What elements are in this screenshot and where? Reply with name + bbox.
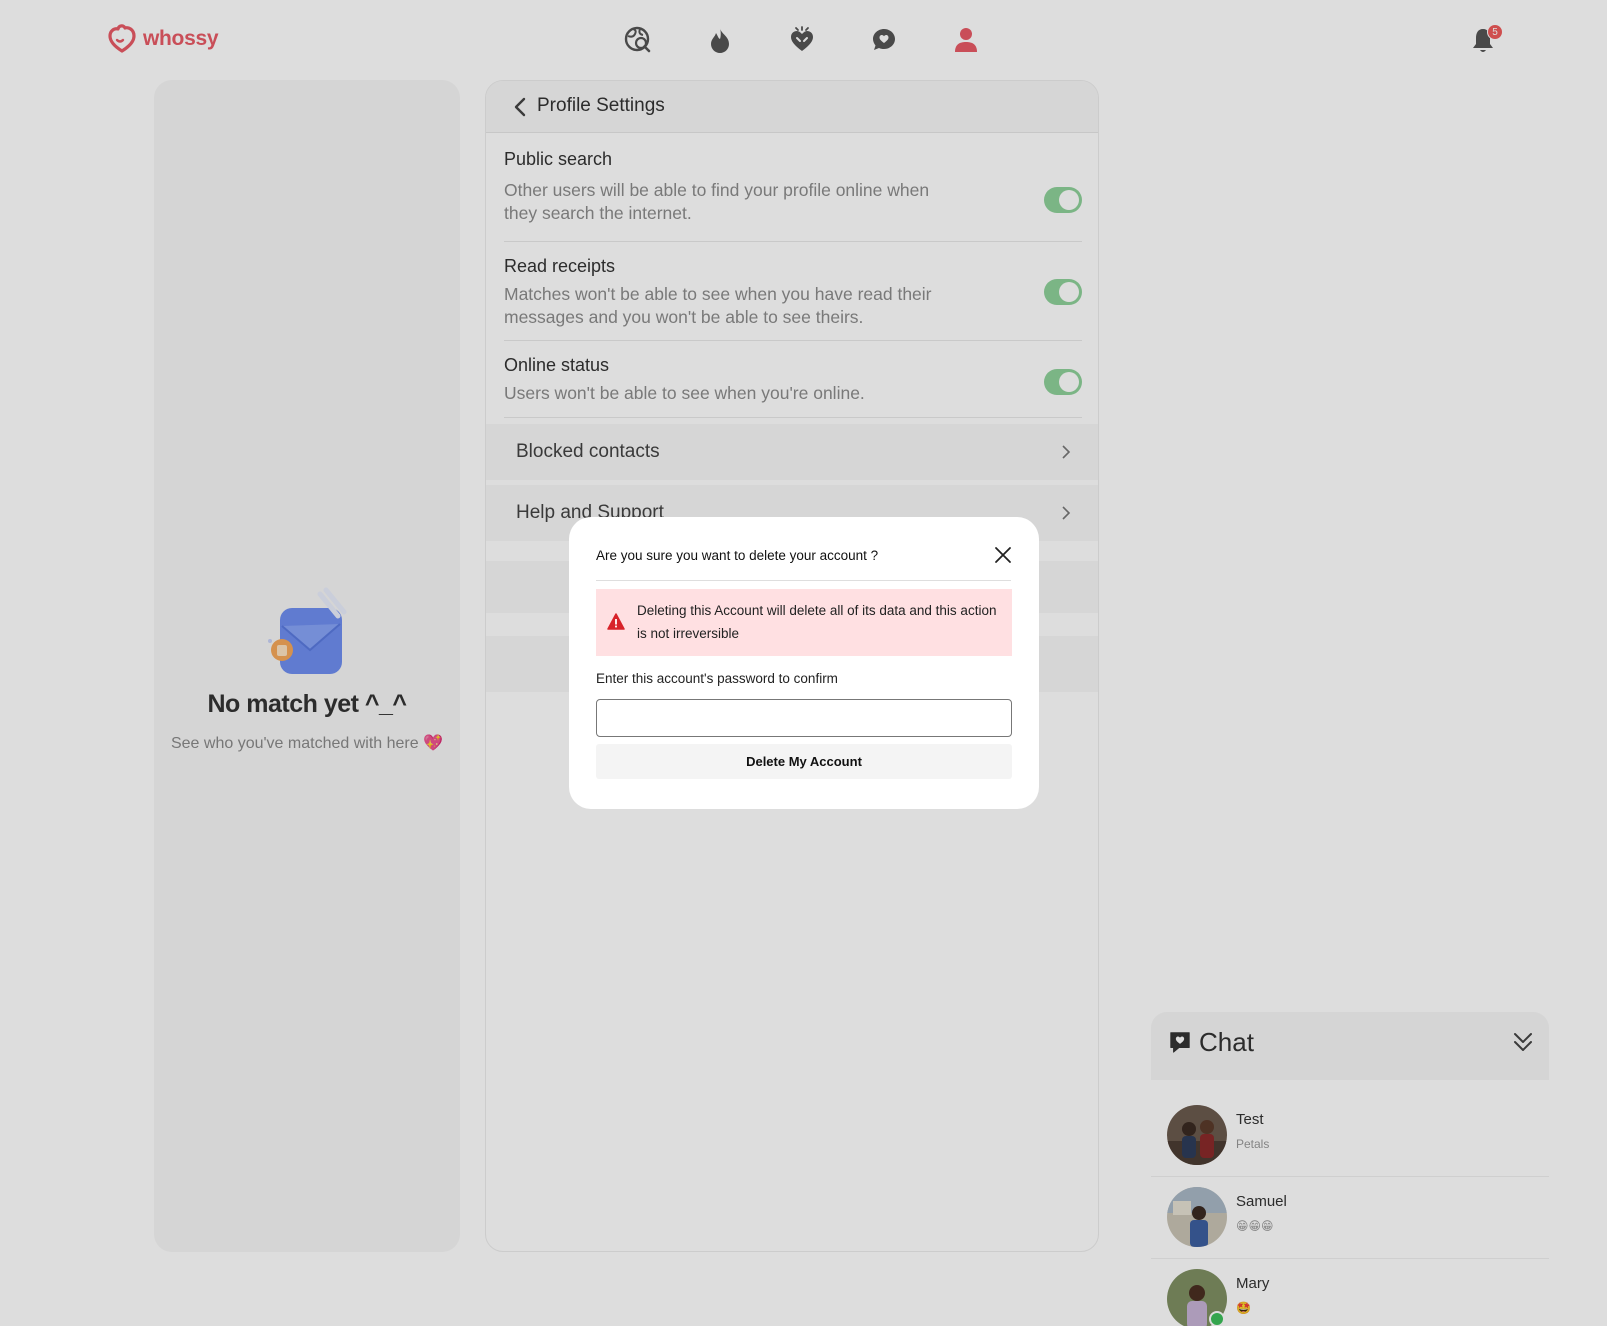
warning-alert: Deleting this Account will delete all of… xyxy=(596,589,1012,656)
warning-triangle-icon xyxy=(607,613,625,630)
delete-account-modal: Are you sure you want to delete your acc… xyxy=(569,517,1039,809)
password-input[interactable] xyxy=(596,699,1012,737)
password-label: Enter this account's password to confirm xyxy=(596,671,838,686)
warning-alert-text: Deleting this Account will delete all of… xyxy=(637,603,997,641)
modal-title: Are you sure you want to delete your acc… xyxy=(596,548,879,563)
close-icon[interactable] xyxy=(993,545,1013,565)
delete-account-button[interactable]: Delete My Account xyxy=(596,744,1012,779)
modal-divider xyxy=(596,580,1011,581)
